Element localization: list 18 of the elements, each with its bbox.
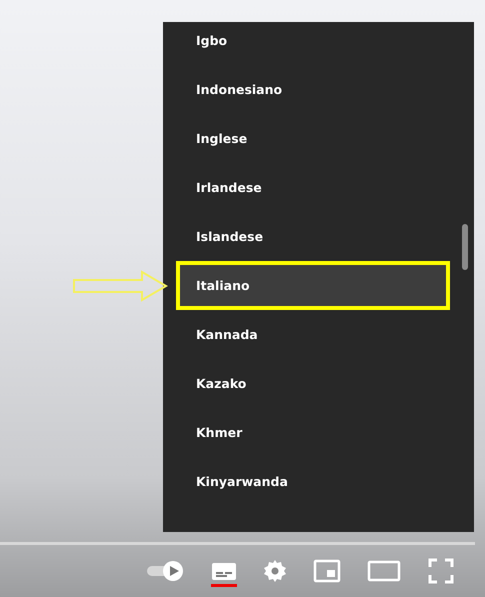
language-option[interactable]: Italiano	[176, 261, 450, 310]
language-option[interactable]: Indonesiano	[176, 65, 450, 114]
settings-button[interactable]	[263, 559, 287, 583]
autoplay-toggle[interactable]	[145, 560, 185, 582]
language-option[interactable]: Inglese	[176, 114, 450, 163]
miniplayer-button[interactable]	[313, 559, 341, 583]
language-option[interactable]: Igbo	[176, 22, 450, 65]
subtitles-button[interactable]	[211, 561, 237, 587]
language-option[interactable]: Kazako	[176, 359, 450, 408]
fullscreen-button[interactable]	[427, 557, 455, 585]
theater-mode-button[interactable]	[367, 559, 401, 583]
language-option[interactable]: Khmer	[176, 408, 450, 457]
language-option[interactable]: Irlandese	[176, 163, 450, 212]
language-option[interactable]: Kinyarwanda	[176, 457, 450, 506]
scrollbar-thumb[interactable]	[462, 224, 468, 270]
arrow-icon	[72, 270, 168, 302]
language-option[interactable]: Kannada	[176, 310, 450, 359]
language-option[interactable]: Islandese	[176, 212, 450, 261]
